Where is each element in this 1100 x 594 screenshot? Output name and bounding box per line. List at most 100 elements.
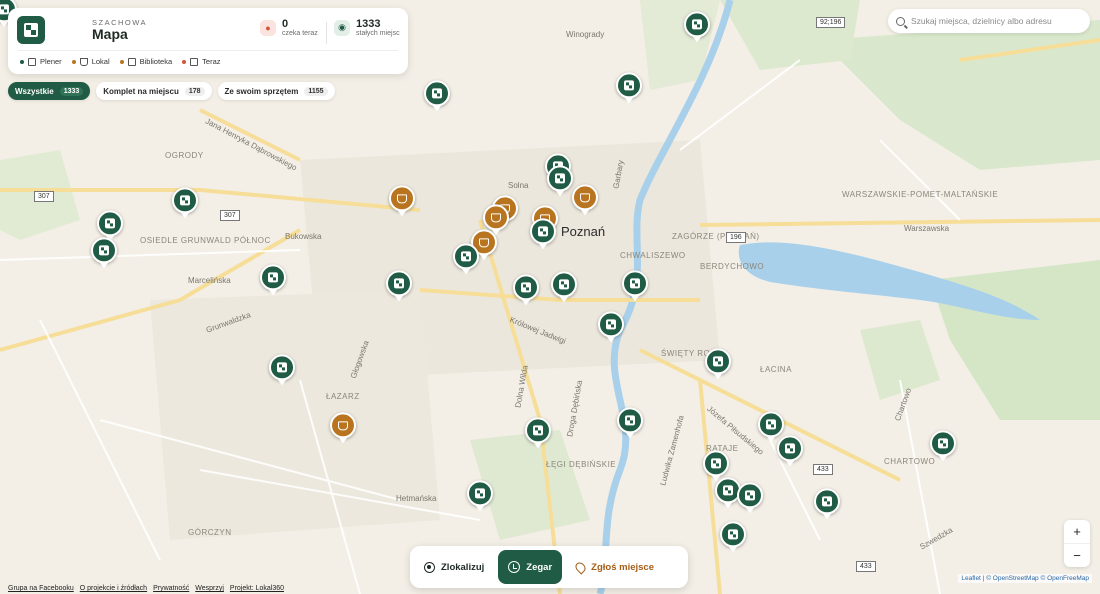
map-attribution: Leaflet | © OpenStreetMap © OpenFreeMap [958, 574, 1092, 583]
chessboard-icon [606, 319, 616, 330]
ofm-link[interactable]: © OpenFreeMap [1040, 575, 1089, 582]
waiting-label: czeka teraz [282, 30, 318, 37]
zoom-in-button[interactable]: + [1064, 520, 1090, 543]
legend-plener[interactable]: Plener [20, 57, 62, 66]
footer-link-facebook[interactable]: Grupa na Facebooku [8, 585, 74, 592]
venue-marker[interactable] [483, 204, 509, 231]
osm-link[interactable]: © OpenStreetMap [986, 575, 1038, 582]
footer-link-support[interactable]: Wesprzyj [195, 585, 224, 592]
venue-marker[interactable] [572, 184, 598, 211]
outdoor-marker[interactable] [424, 80, 450, 107]
chessboard-icon [938, 438, 948, 449]
header-card: SZACHOWA Mapa ● 0 czeka teraz ◉ 1333 sta… [8, 8, 408, 74]
street-label: Warszawska [904, 224, 950, 233]
outdoor-marker[interactable] [530, 218, 556, 245]
report-place-button[interactable]: Zgłoś miejsce [566, 550, 664, 584]
outdoor-marker[interactable] [684, 11, 710, 38]
venue-marker[interactable] [389, 185, 415, 212]
outdoor-marker[interactable] [525, 417, 551, 444]
divider [326, 22, 327, 44]
filter-own-equipment[interactable]: Ze swoim sprzętem 1155 [217, 82, 335, 100]
legend-teraz[interactable]: Teraz [182, 57, 221, 66]
footer-links: Grupa na Facebooku O projekcie i źródłac… [8, 585, 284, 592]
zoom-out-button[interactable]: − [1064, 544, 1090, 567]
street-label: Bukowska [285, 232, 322, 241]
outdoor-marker[interactable] [467, 480, 493, 507]
district-label: WARSZAWSKIE-POMET-MALTAŃSKIE [842, 190, 999, 199]
chip-count: 1333 [59, 86, 84, 96]
outdoor-marker[interactable] [930, 430, 956, 457]
outdoor-marker[interactable] [91, 237, 117, 264]
cup-icon [580, 192, 590, 202]
street-label: Hetmańska [396, 494, 437, 503]
outdoor-marker[interactable] [720, 521, 746, 548]
chessboard-icon [105, 218, 115, 229]
filter-set-on-site[interactable]: Komplet na miejscu 178 [96, 82, 212, 100]
legend-biblioteka[interactable]: Biblioteka [119, 57, 173, 66]
footer-link-project[interactable]: Projekt: Lokal360 [230, 585, 284, 592]
search-input[interactable] [911, 16, 1081, 26]
app-logo[interactable] [17, 16, 45, 44]
venue-marker[interactable] [330, 412, 356, 439]
filter-all[interactable]: Wszystkie 1333 [8, 82, 91, 100]
chessboard-icon [521, 282, 531, 293]
district-label: ZAGÓRZE (POZNAŃ) [672, 232, 760, 241]
outdoor-marker[interactable] [513, 274, 539, 301]
outdoor-marker[interactable] [453, 243, 479, 270]
chip-label: Komplet na miejscu [103, 86, 179, 96]
legend-label: Plener [40, 57, 62, 66]
chessboard-icon [432, 88, 442, 99]
legend-lokal[interactable]: Lokal [71, 57, 110, 66]
legend-label: Teraz [202, 57, 221, 66]
road-number-badge: 307 [34, 191, 54, 202]
leaflet-link[interactable]: Leaflet [961, 575, 981, 582]
street-label: Solna [508, 181, 529, 190]
clock-button[interactable]: Zegar [498, 550, 563, 584]
outdoor-marker[interactable] [616, 72, 642, 99]
chessboard-icon [624, 80, 634, 91]
outdoor-marker[interactable] [737, 482, 763, 509]
outdoor-marker[interactable] [97, 210, 123, 237]
legend-label: Lokal [91, 57, 110, 66]
district-label: ŁACINA [760, 365, 792, 374]
locate-button[interactable]: Zlokalizuj [414, 550, 494, 584]
chessboard-icon [692, 19, 702, 30]
clock-icon [508, 561, 521, 573]
waiting-count: 0 [282, 18, 289, 30]
chessboard-icon [555, 173, 565, 184]
chessboard-icon [625, 415, 635, 426]
clock-label: Zegar [526, 561, 553, 573]
legend-dot [182, 59, 187, 64]
outdoor-marker[interactable] [758, 411, 784, 438]
district-label: ŁAZARZ [326, 392, 360, 401]
street-label: Marcelińska [188, 276, 231, 285]
legend-label: Biblioteka [139, 57, 173, 66]
footer-link-about[interactable]: O projekcie i źródłach [80, 585, 147, 592]
outdoor-marker[interactable] [777, 435, 803, 462]
chip-count: 178 [184, 86, 205, 96]
chip-count: 1155 [304, 86, 328, 96]
district-label: OSIEDLE GRUNWALD PÓŁNOC [140, 236, 271, 245]
outdoor-marker[interactable] [617, 407, 643, 434]
outdoor-marker[interactable] [705, 348, 731, 375]
outdoor-marker[interactable] [547, 165, 573, 192]
outdoor-marker[interactable] [269, 354, 295, 381]
road-number-badge: 92;196 [816, 17, 846, 28]
road-number-badge: 433 [856, 561, 876, 572]
chessboard-icon [24, 23, 38, 37]
chessboard-icon [394, 278, 404, 289]
outdoor-marker[interactable] [814, 488, 840, 515]
outdoor-marker[interactable] [703, 450, 729, 477]
outdoor-marker[interactable] [622, 270, 648, 297]
filter-chips: Wszystkie 1333 Komplet na miejscu 178 Ze… [8, 82, 335, 100]
outdoor-marker[interactable] [260, 264, 286, 291]
outdoor-marker[interactable] [551, 271, 577, 298]
chessboard-icon [475, 488, 485, 499]
outdoor-marker[interactable] [386, 270, 412, 297]
footer-link-privacy[interactable]: Prywatność [153, 585, 189, 592]
outdoor-marker[interactable] [172, 187, 198, 214]
street-label: Winogrady [566, 30, 605, 39]
outdoor-marker[interactable] [598, 311, 624, 338]
cup-icon [491, 212, 501, 222]
chessboard-icon [99, 245, 109, 256]
